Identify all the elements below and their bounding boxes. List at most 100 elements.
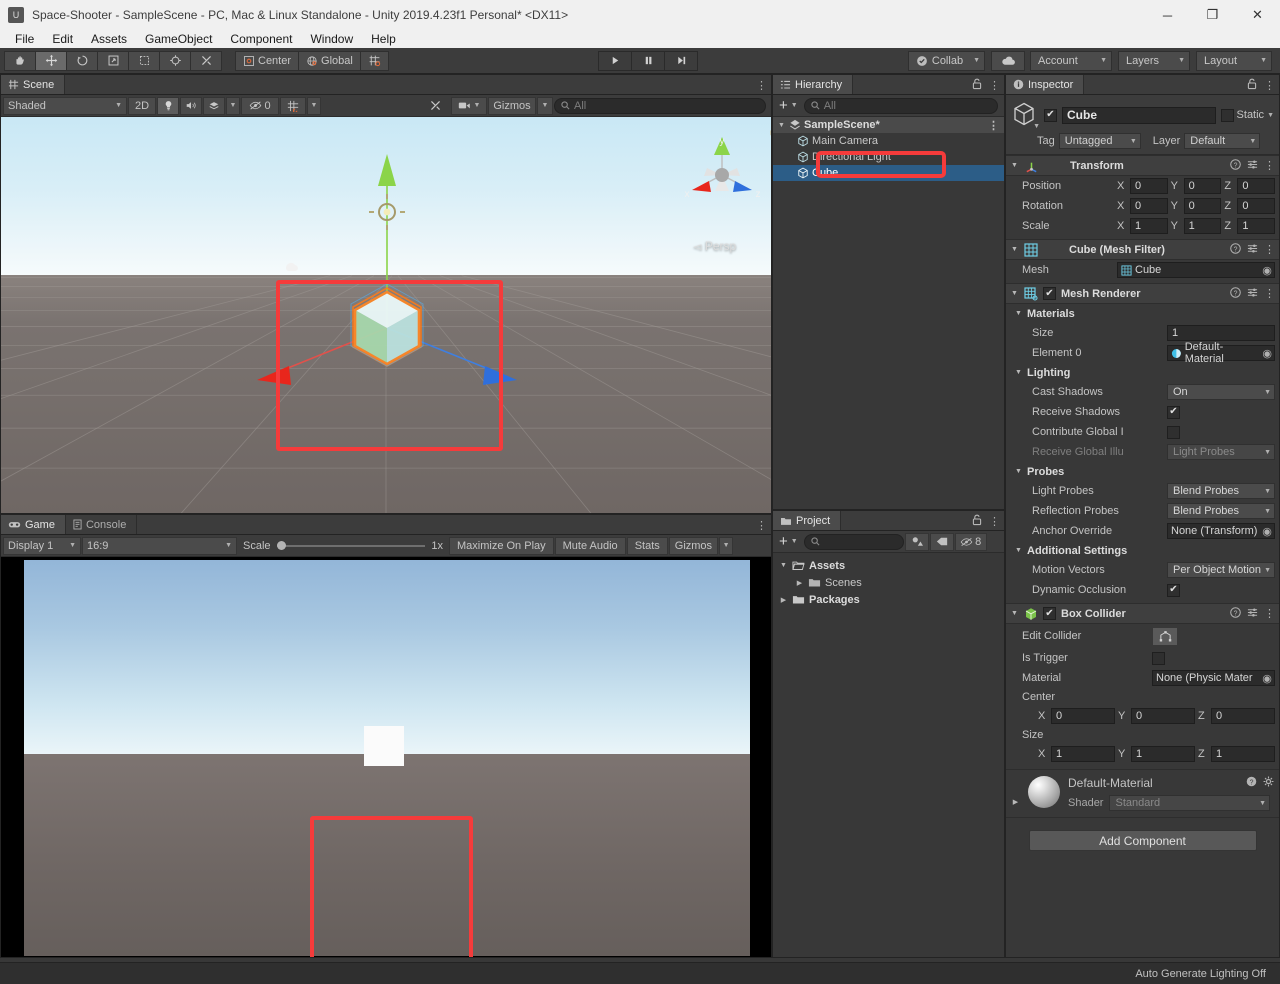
tab-project[interactable]: Project: [773, 511, 842, 530]
mute-audio-button[interactable]: Mute Audio: [554, 536, 626, 555]
chevron-down-icon[interactable]: ▼: [1014, 369, 1023, 376]
dynamic-occlusion-checkbox[interactable]: ✔: [1167, 583, 1180, 597]
minimize-button[interactable]: ─: [1145, 0, 1190, 30]
hierarchy-item-main-camera[interactable]: Main Camera: [773, 133, 1004, 149]
preset-icon[interactable]: [1247, 243, 1258, 257]
size-y-field[interactable]: 1: [1131, 746, 1195, 762]
layer-dropdown[interactable]: Default ▼: [1184, 133, 1261, 149]
shader-dropdown[interactable]: Standard ▼: [1109, 795, 1270, 811]
scale-slider-track[interactable]: [276, 541, 426, 550]
kebab-menu-icon[interactable]: ⋮: [1264, 287, 1275, 300]
lock-icon[interactable]: [1247, 78, 1257, 93]
scale-tool-button[interactable]: [97, 50, 129, 71]
chevron-down-icon[interactable]: ▼: [1014, 310, 1023, 317]
scene-grid-dropdown[interactable]: ▼: [307, 96, 321, 115]
menu-file[interactable]: File: [6, 31, 43, 47]
help-icon[interactable]: ?: [1230, 158, 1241, 173]
mesh-object-field[interactable]: Cube ◉: [1117, 262, 1275, 278]
hand-tool-button[interactable]: [4, 50, 36, 71]
probes-foldout[interactable]: ▼ Probes: [1006, 462, 1279, 481]
tab-inspector[interactable]: Inspector: [1006, 75, 1085, 94]
kebab-menu-icon[interactable]: ⋮: [1264, 159, 1275, 172]
chevron-down-icon[interactable]: ▼: [1010, 162, 1019, 169]
project-visibility-button[interactable]: 8: [954, 532, 987, 551]
scene-camera-dropdown[interactable]: ▼: [451, 96, 487, 115]
layout-button[interactable]: Layout ▼: [1196, 50, 1272, 71]
preset-icon[interactable]: [1247, 287, 1258, 301]
menu-help[interactable]: Help: [362, 31, 405, 47]
is-trigger-checkbox[interactable]: ✔: [1152, 651, 1165, 665]
stats-button[interactable]: Stats: [626, 536, 668, 555]
scene-orientation-gizmo[interactable]: y x z: [679, 129, 771, 215]
kebab-menu-icon[interactable]: ⋮: [1264, 243, 1275, 256]
chevron-down-icon[interactable]: ▼: [777, 122, 786, 129]
hierarchy-item-cube[interactable]: Cube: [773, 165, 1004, 181]
chevron-down-icon[interactable]: ▼: [1014, 547, 1023, 554]
reflection-probes-dropdown[interactable]: Blend Probes ▼: [1167, 503, 1275, 519]
additional-settings-foldout[interactable]: ▼ Additional Settings: [1006, 541, 1279, 560]
chevron-down-icon[interactable]: ▼: [1010, 610, 1019, 617]
layers-button[interactable]: Layers ▼: [1118, 50, 1190, 71]
collab-button[interactable]: Collab ▼: [907, 50, 985, 71]
project-item-packages[interactable]: ▶ Packages: [773, 591, 1004, 608]
display-dropdown[interactable]: Display 1 ▼: [3, 536, 81, 555]
scene-visibility-toggle[interactable]: 0: [241, 96, 279, 115]
object-picker-icon[interactable]: ◉: [1260, 346, 1274, 360]
tab-scene[interactable]: Scene: [1, 75, 66, 94]
object-picker-icon[interactable]: ◉: [1260, 263, 1274, 277]
cast-shadows-dropdown[interactable]: On ▼: [1167, 384, 1275, 400]
lock-icon[interactable]: [972, 514, 982, 529]
kebab-menu-icon[interactable]: ⋮: [1264, 79, 1275, 92]
scale-y-field[interactable]: 1: [1183, 218, 1222, 234]
scene-fx-dropdown[interactable]: ▼: [226, 96, 240, 115]
materials-foldout[interactable]: ▼ Materials: [1006, 304, 1279, 323]
gear-icon[interactable]: [1263, 776, 1274, 790]
mesh-renderer-enabled-checkbox[interactable]: ✔: [1043, 287, 1056, 300]
rect-tool-button[interactable]: [128, 50, 160, 71]
menu-gameobject[interactable]: GameObject: [136, 31, 221, 47]
scene-perspective-label[interactable]: ◅ Persp: [693, 239, 736, 253]
center-x-field[interactable]: 0: [1051, 708, 1115, 724]
mesh-filter-component-header[interactable]: ▼ Cube (Mesh Filter) ? ⋮: [1006, 239, 1279, 260]
mesh-renderer-component-header[interactable]: ▼ ✔ Mesh Renderer ? ⋮: [1006, 283, 1279, 304]
size-z-field[interactable]: 1: [1211, 746, 1275, 762]
rotation-x-field[interactable]: 0: [1130, 198, 1168, 214]
chevron-down-icon[interactable]: ▼: [1014, 468, 1023, 475]
hierarchy-search-input[interactable]: All: [803, 97, 998, 114]
2d-toggle-button[interactable]: 2D: [128, 96, 156, 115]
project-label-filter-button[interactable]: [929, 532, 954, 551]
scene-cube-with-move-gizmo[interactable]: [191, 132, 591, 472]
materials-size-field[interactable]: 1: [1167, 325, 1275, 341]
size-x-field[interactable]: 1: [1051, 746, 1115, 762]
scale-z-field[interactable]: 1: [1237, 218, 1276, 234]
center-z-field[interactable]: 0: [1211, 708, 1275, 724]
chevron-down-icon[interactable]: ▼: [1010, 290, 1019, 297]
scene-viewport[interactable]: y x z ◅ Persp: [1, 117, 771, 513]
element0-object-field[interactable]: Default-Material ◉: [1167, 341, 1275, 365]
kebab-menu-icon[interactable]: ⋮: [756, 79, 767, 92]
static-checkbox[interactable]: ✔: [1220, 108, 1234, 122]
move-tool-button[interactable]: [35, 50, 67, 71]
chevron-right-icon[interactable]: ▶: [779, 596, 788, 604]
chevron-down-icon[interactable]: ▼: [1010, 246, 1019, 253]
pause-button[interactable]: [631, 50, 666, 71]
close-button[interactable]: ✕: [1235, 0, 1280, 30]
position-y-field[interactable]: 0: [1183, 178, 1222, 194]
kebab-menu-icon[interactable]: ⋮: [756, 519, 767, 532]
chevron-down-icon[interactable]: ▼: [1033, 123, 1040, 130]
help-icon[interactable]: ?: [1230, 606, 1241, 621]
project-search-input[interactable]: [803, 533, 904, 550]
account-button[interactable]: Account ▼: [1030, 50, 1112, 71]
step-button[interactable]: [664, 50, 699, 71]
project-item-scenes[interactable]: ▶ Scenes: [773, 574, 1004, 591]
position-x-field[interactable]: 0: [1130, 178, 1168, 194]
receive-shadows-checkbox[interactable]: ✔: [1167, 405, 1180, 419]
kebab-menu-icon[interactable]: ⋮: [989, 515, 1000, 528]
transform-tool-button[interactable]: [159, 50, 191, 71]
light-probes-dropdown[interactable]: Blend Probes ▼: [1167, 483, 1275, 499]
scale-x-field[interactable]: 1: [1130, 218, 1168, 234]
center-y-field[interactable]: 0: [1131, 708, 1195, 724]
add-component-button[interactable]: Add Component: [1028, 830, 1257, 851]
collider-material-field[interactable]: None (Physic Mater ◉: [1152, 670, 1275, 686]
motion-vectors-dropdown[interactable]: Per Object Motion ▼: [1167, 562, 1275, 578]
